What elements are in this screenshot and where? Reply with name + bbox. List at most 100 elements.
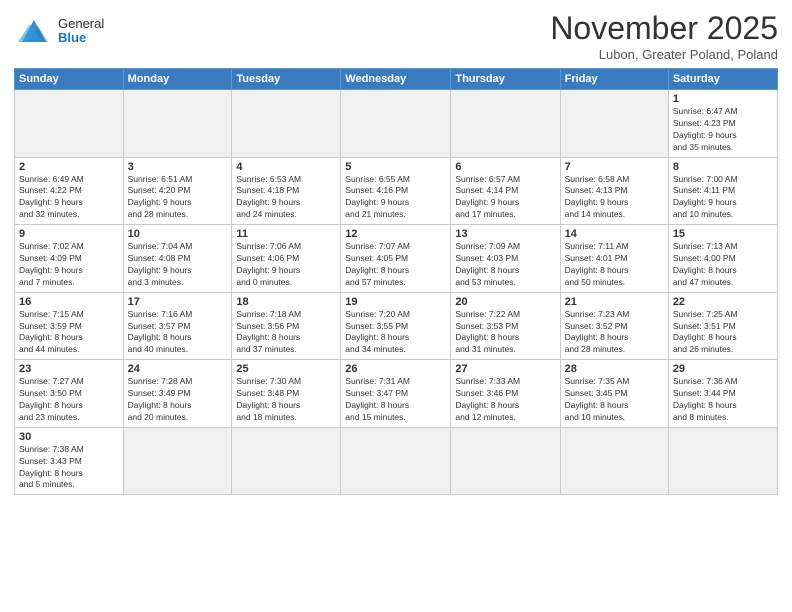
logo-text: General Blue [58, 17, 104, 46]
day-number: 11 [236, 228, 336, 240]
day-number: 19 [345, 296, 446, 308]
day-info: Sunrise: 7:28 AM Sunset: 3:49 PM Dayligh… [128, 376, 228, 424]
table-row: 10Sunrise: 7:04 AM Sunset: 4:08 PM Dayli… [123, 225, 232, 293]
day-number: 22 [673, 296, 773, 308]
table-row [451, 427, 560, 495]
table-row [341, 90, 451, 158]
table-row [668, 427, 777, 495]
table-row [123, 90, 232, 158]
day-info: Sunrise: 6:49 AM Sunset: 4:22 PM Dayligh… [19, 174, 119, 222]
table-row: 30Sunrise: 7:38 AM Sunset: 3:43 PM Dayli… [15, 427, 124, 495]
table-row: 29Sunrise: 7:36 AM Sunset: 3:44 PM Dayli… [668, 360, 777, 428]
col-friday: Friday [560, 69, 668, 90]
day-number: 3 [128, 161, 228, 173]
table-row [451, 90, 560, 158]
col-wednesday: Wednesday [341, 69, 451, 90]
day-info: Sunrise: 7:22 AM Sunset: 3:53 PM Dayligh… [455, 309, 555, 357]
day-info: Sunrise: 7:00 AM Sunset: 4:11 PM Dayligh… [673, 174, 773, 222]
day-info: Sunrise: 7:23 AM Sunset: 3:52 PM Dayligh… [565, 309, 664, 357]
table-row: 26Sunrise: 7:31 AM Sunset: 3:47 PM Dayli… [341, 360, 451, 428]
table-row: 3Sunrise: 6:51 AM Sunset: 4:20 PM Daylig… [123, 157, 232, 225]
day-number: 20 [455, 296, 555, 308]
table-row: 20Sunrise: 7:22 AM Sunset: 3:53 PM Dayli… [451, 292, 560, 360]
table-row: 8Sunrise: 7:00 AM Sunset: 4:11 PM Daylig… [668, 157, 777, 225]
table-row: 14Sunrise: 7:11 AM Sunset: 4:01 PM Dayli… [560, 225, 668, 293]
day-number: 14 [565, 228, 664, 240]
day-info: Sunrise: 7:31 AM Sunset: 3:47 PM Dayligh… [345, 376, 446, 424]
calendar-week-row: 1Sunrise: 6:47 AM Sunset: 4:23 PM Daylig… [15, 90, 778, 158]
day-number: 6 [455, 161, 555, 173]
table-row: 21Sunrise: 7:23 AM Sunset: 3:52 PM Dayli… [560, 292, 668, 360]
day-info: Sunrise: 6:57 AM Sunset: 4:14 PM Dayligh… [455, 174, 555, 222]
day-info: Sunrise: 7:36 AM Sunset: 3:44 PM Dayligh… [673, 376, 773, 424]
table-row [341, 427, 451, 495]
col-thursday: Thursday [451, 69, 560, 90]
day-info: Sunrise: 7:07 AM Sunset: 4:05 PM Dayligh… [345, 241, 446, 289]
table-row: 16Sunrise: 7:15 AM Sunset: 3:59 PM Dayli… [15, 292, 124, 360]
table-row: 19Sunrise: 7:20 AM Sunset: 3:55 PM Dayli… [341, 292, 451, 360]
table-row: 1Sunrise: 6:47 AM Sunset: 4:23 PM Daylig… [668, 90, 777, 158]
day-info: Sunrise: 7:18 AM Sunset: 3:56 PM Dayligh… [236, 309, 336, 357]
table-row [232, 427, 341, 495]
table-row: 11Sunrise: 7:06 AM Sunset: 4:06 PM Dayli… [232, 225, 341, 293]
day-info: Sunrise: 7:27 AM Sunset: 3:50 PM Dayligh… [19, 376, 119, 424]
day-number: 10 [128, 228, 228, 240]
table-row: 13Sunrise: 7:09 AM Sunset: 4:03 PM Dayli… [451, 225, 560, 293]
table-row: 27Sunrise: 7:33 AM Sunset: 3:46 PM Dayli… [451, 360, 560, 428]
day-info: Sunrise: 6:51 AM Sunset: 4:20 PM Dayligh… [128, 174, 228, 222]
title-block: November 2025 Lubon, Greater Poland, Pol… [550, 10, 778, 62]
page-header: General Blue November 2025 Lubon, Greate… [14, 10, 778, 62]
day-info: Sunrise: 7:11 AM Sunset: 4:01 PM Dayligh… [565, 241, 664, 289]
day-number: 15 [673, 228, 773, 240]
day-number: 29 [673, 363, 773, 375]
col-monday: Monday [123, 69, 232, 90]
day-number: 1 [673, 93, 773, 105]
day-number: 26 [345, 363, 446, 375]
day-number: 28 [565, 363, 664, 375]
table-row: 12Sunrise: 7:07 AM Sunset: 4:05 PM Dayli… [341, 225, 451, 293]
day-number: 25 [236, 363, 336, 375]
day-number: 17 [128, 296, 228, 308]
day-info: Sunrise: 7:06 AM Sunset: 4:06 PM Dayligh… [236, 241, 336, 289]
day-number: 16 [19, 296, 119, 308]
day-info: Sunrise: 7:02 AM Sunset: 4:09 PM Dayligh… [19, 241, 119, 289]
calendar-week-row: 30Sunrise: 7:38 AM Sunset: 3:43 PM Dayli… [15, 427, 778, 495]
day-number: 23 [19, 363, 119, 375]
day-number: 27 [455, 363, 555, 375]
day-number: 12 [345, 228, 446, 240]
day-number: 30 [19, 431, 119, 443]
table-row: 15Sunrise: 7:13 AM Sunset: 4:00 PM Dayli… [668, 225, 777, 293]
calendar-week-row: 2Sunrise: 6:49 AM Sunset: 4:22 PM Daylig… [15, 157, 778, 225]
day-info: Sunrise: 7:30 AM Sunset: 3:48 PM Dayligh… [236, 376, 336, 424]
day-info: Sunrise: 7:35 AM Sunset: 3:45 PM Dayligh… [565, 376, 664, 424]
day-info: Sunrise: 7:16 AM Sunset: 3:57 PM Dayligh… [128, 309, 228, 357]
day-info: Sunrise: 7:20 AM Sunset: 3:55 PM Dayligh… [345, 309, 446, 357]
day-info: Sunrise: 7:04 AM Sunset: 4:08 PM Dayligh… [128, 241, 228, 289]
calendar-week-row: 16Sunrise: 7:15 AM Sunset: 3:59 PM Dayli… [15, 292, 778, 360]
col-sunday: Sunday [15, 69, 124, 90]
table-row: 7Sunrise: 6:58 AM Sunset: 4:13 PM Daylig… [560, 157, 668, 225]
col-tuesday: Tuesday [232, 69, 341, 90]
logo-blue-label: Blue [58, 31, 104, 45]
calendar-title: November 2025 [550, 10, 778, 47]
day-number: 8 [673, 161, 773, 173]
table-row: 22Sunrise: 7:25 AM Sunset: 3:51 PM Dayli… [668, 292, 777, 360]
day-number: 9 [19, 228, 119, 240]
day-info: Sunrise: 7:33 AM Sunset: 3:46 PM Dayligh… [455, 376, 555, 424]
logo-icon [14, 14, 54, 48]
table-row [232, 90, 341, 158]
day-info: Sunrise: 7:38 AM Sunset: 3:43 PM Dayligh… [19, 444, 119, 492]
col-saturday: Saturday [668, 69, 777, 90]
day-info: Sunrise: 6:53 AM Sunset: 4:18 PM Dayligh… [236, 174, 336, 222]
day-info: Sunrise: 6:55 AM Sunset: 4:16 PM Dayligh… [345, 174, 446, 222]
day-info: Sunrise: 6:58 AM Sunset: 4:13 PM Dayligh… [565, 174, 664, 222]
day-number: 4 [236, 161, 336, 173]
table-row: 5Sunrise: 6:55 AM Sunset: 4:16 PM Daylig… [341, 157, 451, 225]
day-number: 13 [455, 228, 555, 240]
calendar-subtitle: Lubon, Greater Poland, Poland [550, 47, 778, 62]
table-row [560, 90, 668, 158]
day-number: 21 [565, 296, 664, 308]
table-row: 23Sunrise: 7:27 AM Sunset: 3:50 PM Dayli… [15, 360, 124, 428]
table-row [123, 427, 232, 495]
table-row: 18Sunrise: 7:18 AM Sunset: 3:56 PM Dayli… [232, 292, 341, 360]
